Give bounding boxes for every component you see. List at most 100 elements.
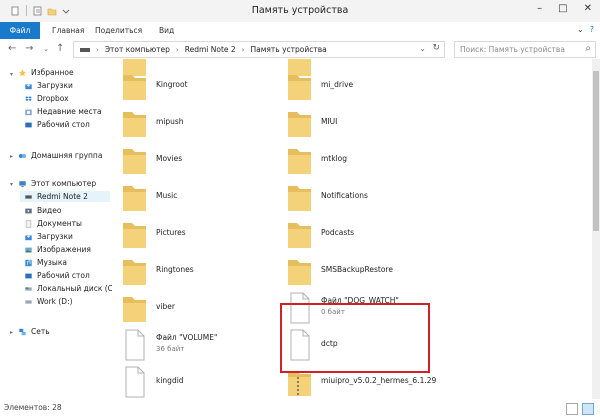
drive-icon: [25, 299, 32, 304]
breadcrumb-item-computer[interactable]: Этот компьютер: [105, 45, 170, 54]
breadcrumb-separator[interactable]: ›: [176, 46, 179, 54]
breadcrumb-item-storage[interactable]: Память устройства: [250, 45, 326, 54]
folder-item[interactable]: Podcasts: [277, 215, 437, 255]
address-bar[interactable]: › Этот компьютер › Redmi Note 2 › Память…: [73, 41, 445, 58]
device-icon: [80, 47, 90, 52]
nav-item-local-disk-c[interactable]: Локальный диск (C: [24, 284, 113, 293]
history-chevron-icon[interactable]: ⌄: [43, 45, 49, 53]
scrollbar-thumb[interactable]: [593, 71, 599, 231]
nav-item-downloads[interactable]: Загрузки: [24, 81, 73, 90]
details-view-icon[interactable]: [566, 403, 578, 415]
nav-item-redmi-note-2[interactable]: Redmi Note 2: [20, 191, 110, 202]
folder-icon: [123, 112, 146, 137]
nav-item-work-d[interactable]: Work (D:): [24, 297, 73, 306]
folder-name: mipush: [156, 117, 184, 126]
tab-home[interactable]: Главная: [52, 22, 84, 39]
nav-favorites-label: Избранное: [31, 68, 74, 77]
search-icon[interactable]: ⌕: [585, 43, 591, 54]
tiles-view-icon[interactable]: [582, 403, 594, 415]
nav-item-music[interactable]: Музыка: [24, 258, 67, 267]
file-item[interactable]: Файл "VOLUME" 36 байт: [112, 326, 272, 366]
nav-item-label: Музыка: [37, 258, 67, 267]
nav-item-label: Work (D:): [37, 297, 73, 306]
tab-file[interactable]: Файл: [0, 22, 40, 39]
highlight-box: [280, 303, 430, 373]
minimize-button[interactable]: –: [537, 3, 542, 14]
breadcrumb: › Этот компьютер › Redmi Note 2 › Память…: [80, 45, 327, 54]
nav-network[interactable]: Сеть: [18, 327, 50, 336]
star-icon: [18, 68, 27, 76]
downloads-icon: [25, 82, 32, 89]
window-controls: – □ ✕: [537, 3, 592, 14]
collapse-arrow-icon[interactable]: ▾: [10, 181, 13, 188]
nav-item-documents[interactable]: Документы: [24, 219, 82, 228]
folder-name: Movies: [156, 154, 183, 163]
folder-name: Music: [156, 191, 178, 200]
nav-homegroup-label: Домашняя группа: [31, 151, 103, 160]
file-item[interactable]: kingdid: [112, 363, 272, 399]
folder-item[interactable]: mtklog: [277, 141, 437, 181]
nav-homegroup[interactable]: Домашняя группа: [18, 151, 102, 160]
nav-item-label: Рабочий стол: [37, 120, 90, 129]
nav-this-pc[interactable]: Этот компьютер: [18, 179, 96, 188]
help-icon[interactable]: ?: [590, 25, 594, 34]
chevron-down-icon[interactable]: ⌄: [419, 44, 426, 53]
breadcrumb-separator[interactable]: ›: [96, 46, 99, 54]
pictures-icon: [25, 247, 32, 252]
forward-button[interactable]: →: [25, 43, 33, 54]
folder-item[interactable]: Pictures: [112, 215, 272, 255]
folder-item[interactable]: Ringtones: [112, 252, 272, 292]
folder-item[interactable]: mipush: [112, 104, 272, 144]
dropbox-icon: [25, 95, 32, 101]
network-icon: [19, 328, 26, 335]
collapse-arrow-icon[interactable]: ▾: [10, 71, 13, 78]
view-switcher: [566, 403, 594, 415]
nav-item-label: Рабочий стол: [37, 271, 90, 280]
nav-item-desktop[interactable]: Рабочий стол: [24, 120, 90, 129]
maximize-button[interactable]: □: [558, 3, 567, 14]
tab-view[interactable]: Вид: [159, 22, 174, 39]
folder-item[interactable]: Movies: [112, 141, 272, 181]
nav-item-label: Загрузки: [37, 81, 73, 90]
tab-share[interactable]: Поделиться: [95, 22, 142, 39]
folder-item[interactable]: viber: [112, 289, 272, 329]
folder-item[interactable]: mi_drive: [277, 67, 437, 107]
music-icon: [25, 259, 32, 266]
homegroup-icon: [18, 153, 27, 158]
folder-name: SMSBackupRestore: [321, 265, 393, 274]
expand-arrow-icon[interactable]: ▸: [10, 153, 13, 160]
breadcrumb-separator[interactable]: ›: [242, 46, 245, 54]
nav-item-dropbox[interactable]: Dropbox: [24, 94, 69, 103]
folder-icon: [288, 149, 311, 174]
breadcrumb-item-device[interactable]: Redmi Note 2: [185, 45, 236, 54]
ribbon-tabs: Файл Главная Поделиться Вид ⌄ ?: [0, 22, 600, 40]
search-placeholder: Поиск: Память устройства: [460, 45, 565, 54]
folder-icon: [123, 297, 146, 322]
search-input[interactable]: Поиск: Память устройства ⌕: [454, 41, 596, 58]
folder-item[interactable]: MIUI: [277, 104, 437, 144]
nav-this-pc-label: Этот компьютер: [31, 179, 97, 188]
folder-item[interactable]: Kingroot: [112, 67, 272, 107]
nav-item-recent-places[interactable]: Недавние места: [24, 107, 102, 116]
documents-icon: [25, 220, 32, 227]
scrollbar[interactable]: [592, 59, 600, 399]
nav-favorites[interactable]: Избранное: [18, 68, 74, 77]
nav-item-desktop-2[interactable]: Рабочий стол: [24, 271, 90, 280]
refresh-icon[interactable]: ↻: [432, 43, 440, 53]
navigation-pane: ▾ Избранное Загрузки Dropbox Недавние ме…: [0, 59, 113, 399]
folder-icon: [288, 112, 311, 137]
close-button[interactable]: ✕: [584, 3, 592, 14]
nav-item-label: Dropbox: [37, 94, 69, 103]
nav-item-pictures[interactable]: Изображения: [24, 245, 91, 254]
nav-item-videos[interactable]: Видео: [24, 206, 61, 215]
desktop-icon: [25, 122, 32, 127]
chevron-down-icon[interactable]: ⌄: [577, 25, 584, 34]
folder-item[interactable]: Music: [112, 178, 272, 218]
nav-item-downloads-2[interactable]: Загрузки: [24, 232, 73, 241]
file-name: kingdid: [156, 376, 184, 385]
back-button[interactable]: ←: [8, 43, 16, 54]
up-button[interactable]: ↑: [56, 43, 64, 54]
expand-arrow-icon[interactable]: ▸: [10, 329, 13, 336]
folder-item[interactable]: SMSBackupRestore: [277, 252, 437, 292]
folder-item[interactable]: Notifications: [277, 178, 437, 218]
